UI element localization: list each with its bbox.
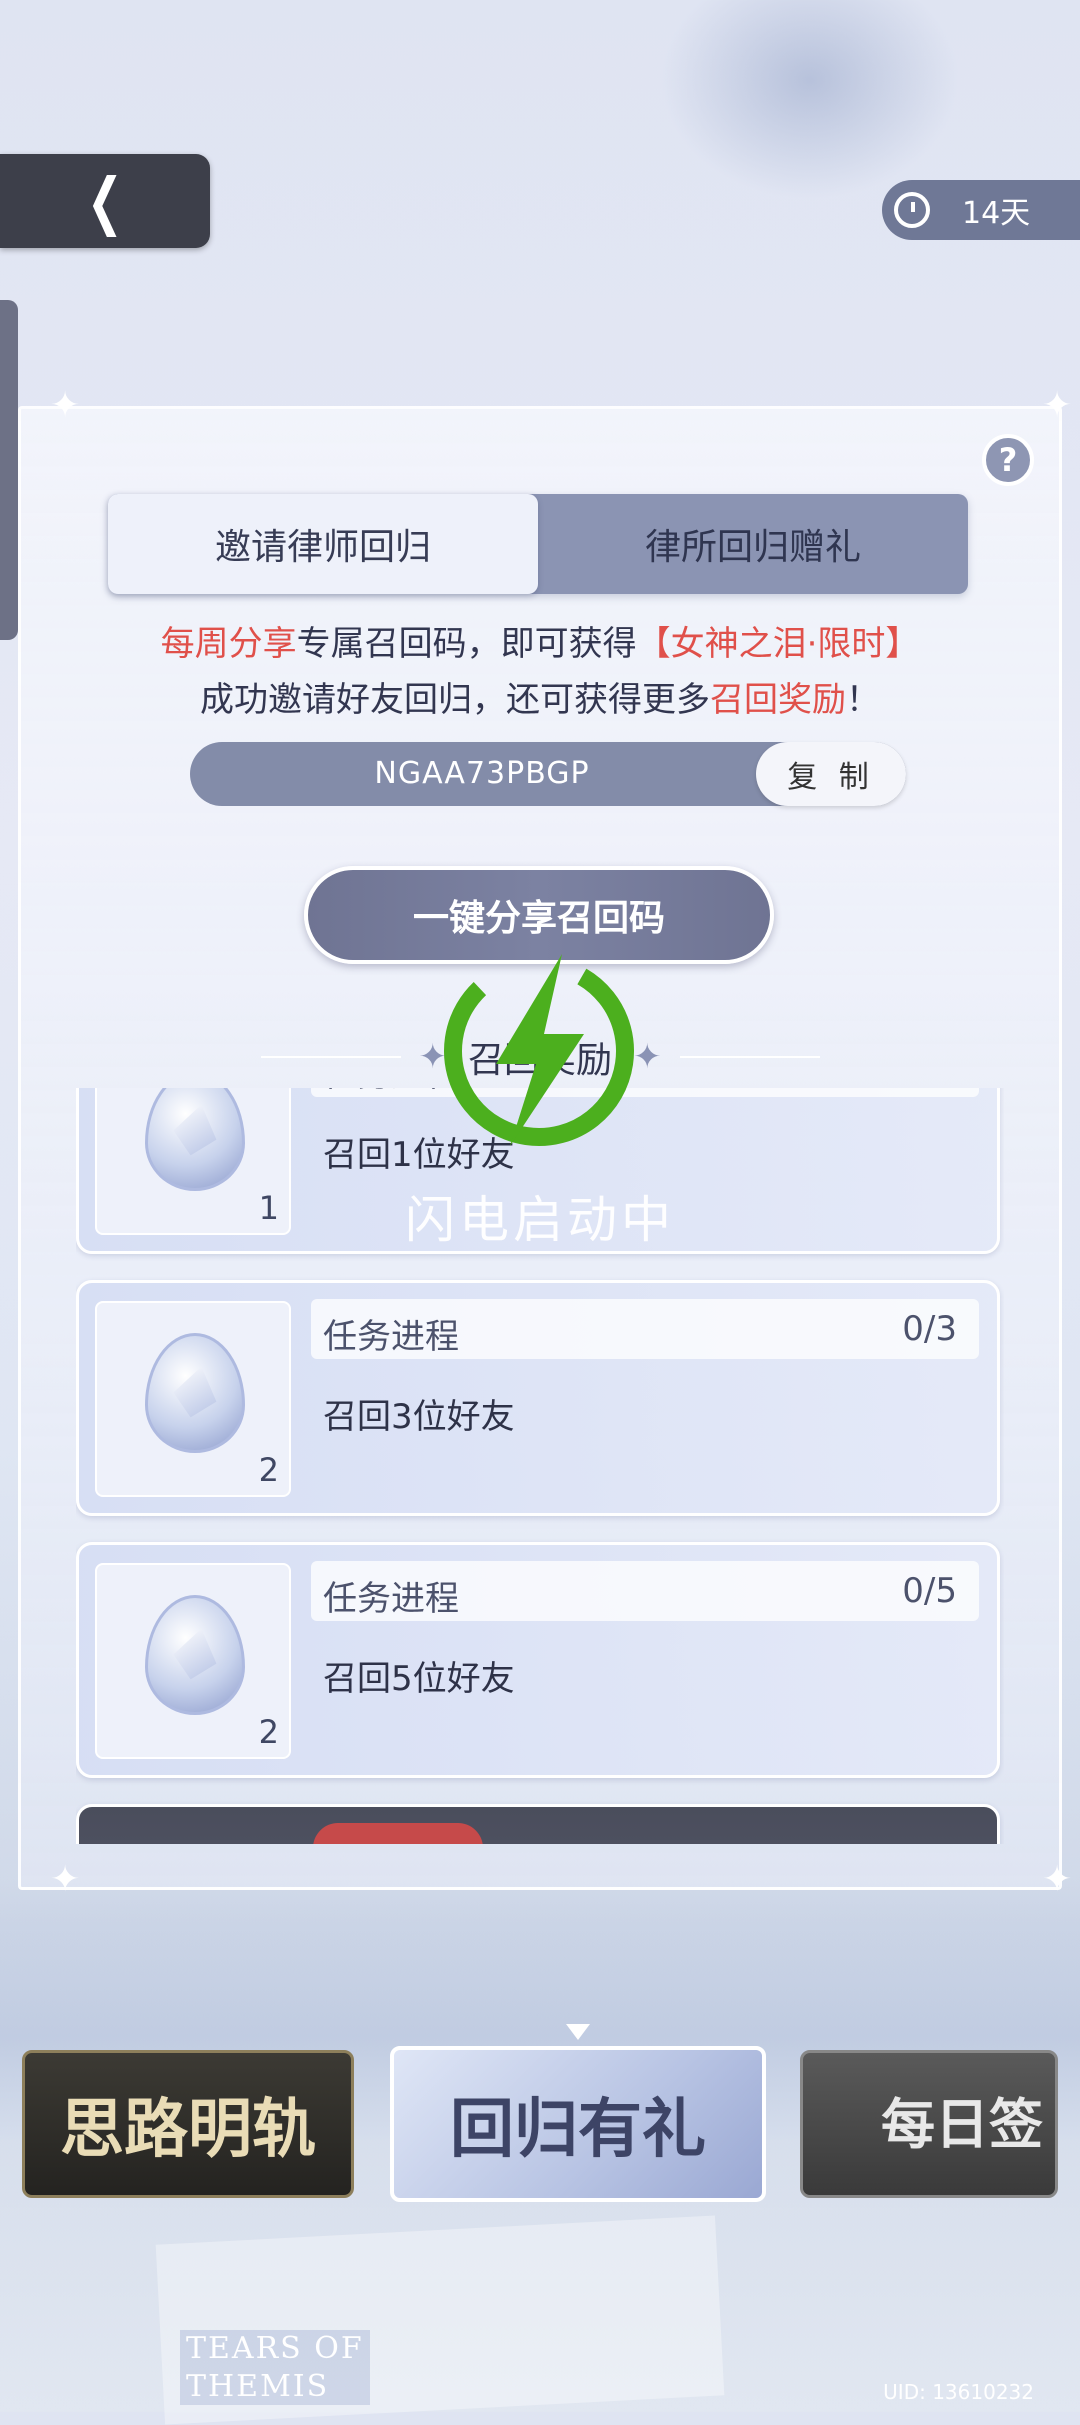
intro-line-1: 每周分享专属召回码，即可获得【女神之泪·限时】 xyxy=(0,616,1080,665)
goddess-tear-gem-icon xyxy=(145,1088,245,1191)
corner-star-icon: ✦ xyxy=(1042,385,1073,426)
divider xyxy=(260,1056,401,1058)
event-card-return-gift[interactable]: 回归有礼 xyxy=(390,2046,766,2202)
task-row: 2 任务进程 0/3 召回3位好友 xyxy=(76,1280,1000,1516)
invite-code-bar: NGAA73PBGP 复 制 xyxy=(190,742,906,806)
status-badge xyxy=(313,1823,483,1844)
background-bird-art xyxy=(660,0,960,200)
divider xyxy=(679,1056,820,1058)
task-description: 召回5位好友 xyxy=(323,1659,515,1699)
task-progress-bar: 任务进程 xyxy=(311,1088,979,1097)
task-row: 2 任务进程 0/5 召回5位好友 xyxy=(76,1542,1000,1778)
event-card-clue[interactable]: 思路明轨 xyxy=(22,2050,354,2198)
clock-icon xyxy=(894,192,930,228)
intro-line-2: 成功邀请好友回归，还可获得更多召回奖励！ xyxy=(0,672,1080,721)
loading-text: 闪电启动中 xyxy=(405,1191,675,1249)
corner-star-icon: ✦ xyxy=(50,385,81,426)
progress-label: 任务进程 xyxy=(323,1317,459,1357)
question-icon[interactable]: ? xyxy=(982,434,1034,486)
tab-return-gift[interactable]: 律所回归赠礼 xyxy=(538,494,968,594)
intro-highlight: 每周分享 xyxy=(160,624,297,664)
progress-value: 0/3 xyxy=(902,1309,957,1349)
task-row xyxy=(76,1804,1000,1844)
task-progress-bar: 任务进程 0/3 xyxy=(311,1299,979,1359)
goddess-tear-gem-icon xyxy=(145,1333,245,1453)
event-card-daily[interactable]: 每日签 xyxy=(800,2050,1058,2198)
task-progress-bar: 任务进程 0/5 xyxy=(311,1561,979,1621)
event-carousel[interactable]: 思路明轨 回归有礼 每日签 xyxy=(0,2040,1080,2220)
reward-item[interactable]: 2 xyxy=(95,1301,291,1497)
corner-star-icon: ✦ xyxy=(50,1859,81,1900)
progress-label: 任务进程 xyxy=(323,1579,459,1619)
intro-highlight: 召回奖励 xyxy=(710,680,846,720)
reward-item[interactable]: 2 xyxy=(95,1563,291,1759)
intro-highlight: 【女神之泪·限时】 xyxy=(636,624,920,664)
copy-button[interactable]: 复 制 xyxy=(756,742,906,806)
selected-indicator-icon xyxy=(566,2024,590,2040)
progress-value: 0/5 xyxy=(902,1571,957,1611)
reward-quantity: 2 xyxy=(258,1451,279,1489)
logo-line: THEMIS xyxy=(186,2368,330,2404)
user-id: UID: 13610232 xyxy=(883,2380,1034,2404)
intro-text: 成功邀请好友回归，还可获得更多 xyxy=(200,680,710,720)
intro-text: 专属召回码，即可获得 xyxy=(296,624,637,664)
back-button[interactable]: ❮ xyxy=(0,154,210,248)
corner-star-icon: ✦ xyxy=(1042,1859,1073,1900)
task-description: 召回3位好友 xyxy=(323,1397,515,1437)
event-timer: 14天 xyxy=(882,180,1080,240)
tab-bar: 邀请律师回归 律所回归赠礼 xyxy=(108,494,968,594)
reward-quantity: 2 xyxy=(258,1713,279,1751)
lightning-bolt-icon xyxy=(434,946,644,1156)
invite-code: NGAA73PBGP xyxy=(374,756,590,791)
side-drawer-handle[interactable] xyxy=(0,300,18,640)
game-logo: TEARS OF THEMIS xyxy=(180,2330,370,2405)
goddess-tear-gem-icon xyxy=(145,1595,245,1715)
timer-text: 14天 xyxy=(962,196,1031,231)
chevron-left-icon: ❮ xyxy=(86,164,124,237)
logo-line: TEARS OF xyxy=(186,2331,364,2366)
intro-text: ！ xyxy=(846,680,880,720)
tab-invite-lawyer[interactable]: 邀请律师回归 xyxy=(108,494,538,594)
